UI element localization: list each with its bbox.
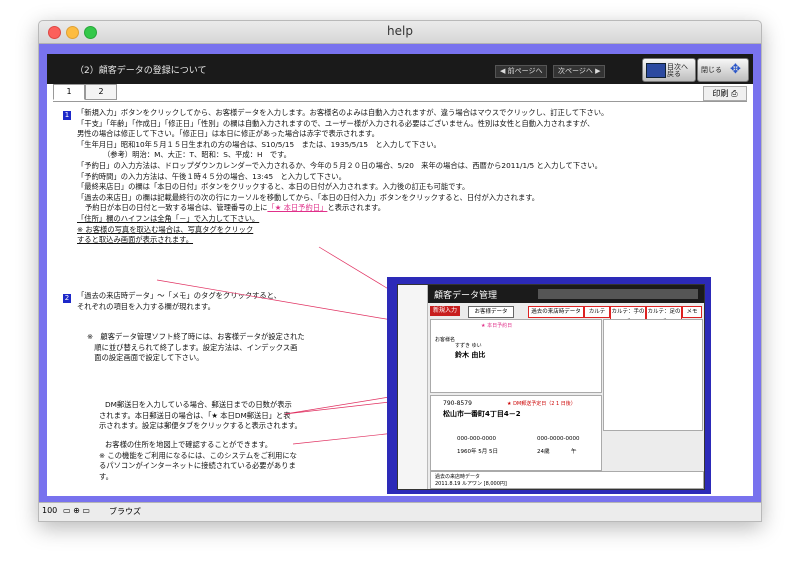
status-bar: 100 ▭ ⊕ ▭ ブラウズ bbox=[39, 502, 761, 521]
page-title: （2）顧客データの登録について bbox=[75, 66, 207, 76]
help-header: （2）顧客データの登録について ◀ 前ページへ 次ページへ ▶ 目次へ 戻る 閉… bbox=[47, 54, 753, 84]
section-marker-2: 2 bbox=[63, 294, 71, 303]
embedded-history-panel: 過去の来店時データ 2011.8.19 ルアワン [8,000円] bbox=[430, 471, 704, 489]
section-marker-1: 1 bbox=[63, 111, 71, 120]
section-2-text: 「過去の来店時データ」～「メモ」のタグをクリックすると、 それぞれの項目を入力す… bbox=[77, 291, 282, 311]
mode-indicator: ブラウズ bbox=[109, 507, 141, 516]
embedded-tabs: お客様データ 過去の来店時データ カルテ カルテ：手の爪 カルテ：足の爪 メモ bbox=[468, 306, 702, 328]
close-help-button[interactable]: 閉じる ✥ bbox=[697, 58, 749, 82]
help-window: help （2）顧客データの登録について ◀ 前ページへ 次ページへ ▶ 目次へ… bbox=[38, 20, 762, 522]
book-icon bbox=[646, 63, 666, 78]
embedded-app-window: 顧客データ管理 新規入力 お客様データ 過去の来店時データ カルテ カルテ：手の… bbox=[397, 284, 705, 490]
index-back-button[interactable]: 目次へ 戻る bbox=[642, 58, 696, 82]
today-reservation-mark: 「★ 本日予約日」 bbox=[267, 203, 328, 213]
sort-note-text: ※ 顧客データ管理ソフト終了時には、お客様データが設定された 順に並び替えられて… bbox=[87, 332, 305, 363]
print-button[interactable]: 印刷 ⎙ bbox=[703, 86, 747, 101]
help-content-area: （2）顧客データの登録について ◀ 前ページへ 次ページへ ▶ 目次へ 戻る 閉… bbox=[39, 44, 761, 502]
window-title: help bbox=[387, 24, 413, 38]
embedded-right-panel bbox=[603, 319, 703, 431]
embedded-toolbar bbox=[538, 289, 698, 299]
zoom-level[interactable]: 100 bbox=[42, 506, 57, 515]
section-1-text: 「新規入力」ボタンをクリックしてから、お客様データを入力します。お客様名のよみは… bbox=[77, 108, 609, 245]
tab-divider bbox=[53, 101, 747, 102]
zoom-controls[interactable]: ▭ ⊕ ▭ bbox=[63, 506, 90, 515]
dm-note-text: DM郵送日を入力している場合、郵送日までの日数が表示 されます。本日郵送日の場合… bbox=[99, 400, 302, 431]
arrows-icon: ✥ bbox=[730, 62, 741, 77]
prev-page-button[interactable]: ◀ 前ページへ bbox=[495, 65, 548, 78]
embedded-header: 顧客データ管理 bbox=[428, 285, 704, 303]
tab-1[interactable]: 1 bbox=[53, 84, 85, 100]
embedded-address-panel: 790-8579 ★ DM郵送予定日（2 1 日後） 松山市一番町4丁目4－2 … bbox=[430, 395, 602, 471]
embedded-customer-panel: ★ 本日予約日 お客様名 すずき ゆい 鈴木 由比 bbox=[430, 319, 602, 393]
tab-2[interactable]: 2 bbox=[85, 84, 117, 100]
embedded-sidebar bbox=[398, 285, 428, 489]
embedded-new-button: 新規入力 bbox=[430, 306, 461, 316]
embedded-screenshot: 顧客データ管理 新規入力 お客様データ 過去の来店時データ カルテ カルテ：手の… bbox=[387, 277, 711, 494]
next-page-button[interactable]: 次ページへ ▶ bbox=[553, 65, 606, 78]
printer-icon: ⎙ bbox=[731, 89, 738, 98]
map-note-text: お客様の住所を地図上で確認することができます。 ※ この機能をご利用になるには、… bbox=[99, 440, 297, 481]
help-page: 1 2 印刷 ⎙ 1 「新規入力」ボタンをクリックしてから、お客様データを入力し… bbox=[47, 84, 753, 496]
title-bar: help bbox=[39, 21, 761, 44]
